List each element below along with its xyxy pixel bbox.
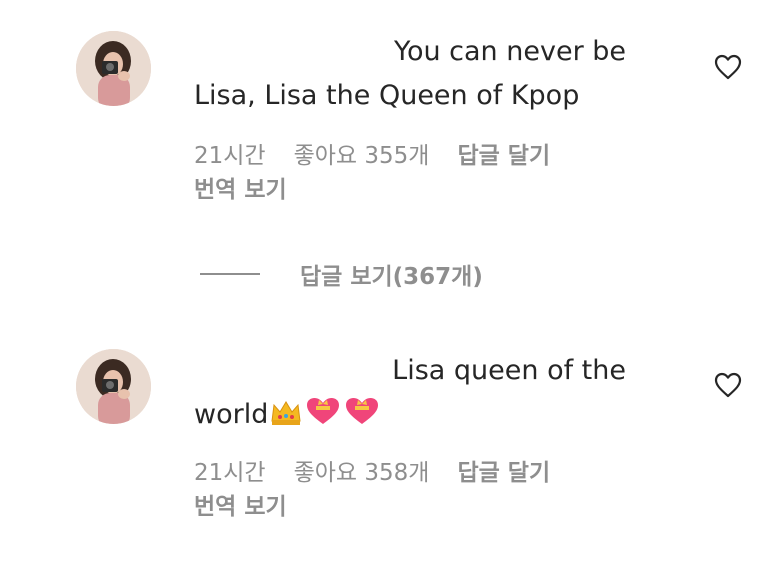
reply-button[interactable]: 답글 달기 bbox=[457, 460, 550, 486]
heart-outline-icon[interactable] bbox=[714, 54, 742, 80]
avatar[interactable] bbox=[76, 31, 151, 106]
comment-text-line: Lisa queen of the bbox=[392, 355, 626, 386]
comment-likes[interactable]: 좋아요 355개 bbox=[294, 143, 430, 169]
comment-meta: 21시간 좋아요 358개 답글 달기 bbox=[194, 457, 550, 489]
see-translation-button[interactable]: 번역 보기 bbox=[194, 491, 287, 523]
reply-button[interactable]: 답글 달기 bbox=[457, 143, 550, 169]
comment-time[interactable]: 21시간 bbox=[194, 143, 266, 169]
comment-text-line: Lisa, Lisa the Queen of Kpop bbox=[194, 80, 580, 111]
view-replies-button[interactable]: 답글 보기(367개) bbox=[200, 257, 483, 291]
see-translation-button[interactable]: 번역 보기 bbox=[194, 174, 287, 206]
comment-likes[interactable]: 좋아요 358개 bbox=[294, 460, 430, 486]
divider-dash bbox=[200, 273, 260, 275]
comment-text: Lisa queen of the world bbox=[194, 349, 634, 437]
heart-ribbon-emoji bbox=[307, 398, 340, 424]
heart-ribbon-emoji bbox=[346, 398, 379, 424]
comment-text-line2: world bbox=[194, 393, 634, 437]
view-replies-label: 답글 보기(367개) bbox=[300, 264, 483, 290]
comment-text-word: world bbox=[194, 399, 269, 430]
comment-text: You can never be Lisa, Lisa the Queen of… bbox=[194, 30, 634, 118]
comment-meta: 21시간 좋아요 355개 답글 달기 bbox=[194, 140, 550, 172]
crown-emoji bbox=[271, 401, 301, 425]
heart-outline-icon[interactable] bbox=[714, 372, 742, 398]
avatar[interactable] bbox=[76, 349, 151, 424]
comment-text-line: You can never be bbox=[394, 36, 626, 67]
comment-time[interactable]: 21시간 bbox=[194, 460, 266, 486]
